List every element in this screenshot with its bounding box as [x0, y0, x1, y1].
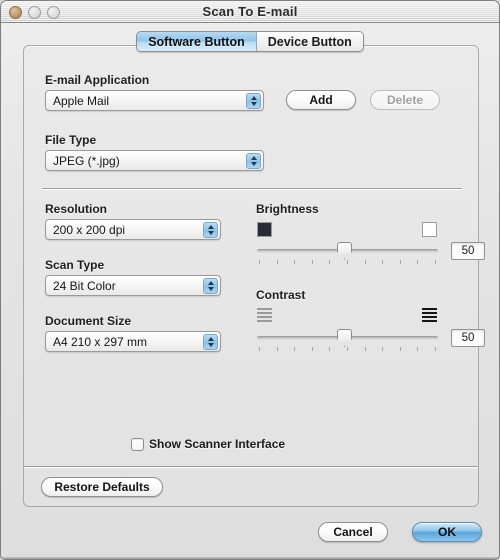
- resolution-label: Resolution: [45, 202, 107, 216]
- scan-type-value: 24 Bit Color: [53, 278, 116, 293]
- document-size-label: Document Size: [45, 314, 132, 328]
- brightness-value[interactable]: 50: [451, 242, 485, 260]
- chevron-updown-icon: [203, 222, 218, 238]
- brightness-slider-thumb[interactable]: [337, 242, 352, 260]
- chevron-updown-icon: [203, 278, 218, 294]
- show-scanner-interface-checkbox[interactable]: [131, 437, 144, 451]
- email-application-value: Apple Mail: [53, 93, 110, 108]
- light-square-icon: [422, 222, 437, 237]
- brightness-label: Brightness: [256, 202, 319, 216]
- window-bottom-edge: [1, 557, 499, 559]
- window-title: Scan To E-mail: [202, 4, 298, 19]
- file-type-label: File Type: [45, 133, 97, 147]
- footer-divider: [24, 466, 478, 467]
- chevron-updown-icon: [246, 153, 261, 169]
- delete-button: Delete: [370, 90, 440, 110]
- tab-panel: E-mail Application Apple Mail Add Delete…: [23, 45, 485, 507]
- scan-to-email-window: Scan To E-mail Software Button Device Bu…: [0, 0, 500, 560]
- high-contrast-stripes-icon: [422, 308, 437, 322]
- tab-bar: Software Button Device Button: [1, 31, 499, 53]
- contrast-value[interactable]: 50: [451, 329, 485, 347]
- ok-button[interactable]: OK: [412, 522, 482, 542]
- chevron-updown-icon: [246, 93, 261, 109]
- restore-defaults-button[interactable]: Restore Defaults: [41, 477, 163, 497]
- file-type-select[interactable]: JPEG (*.jpg): [45, 150, 264, 171]
- contrast-slider-ticks: [259, 347, 436, 351]
- title-bar: Scan To E-mail: [1, 1, 499, 23]
- tab-software-button[interactable]: Software Button: [137, 32, 257, 51]
- document-size-select[interactable]: A4 210 x 297 mm: [45, 331, 221, 352]
- resolution-value: 200 x 200 dpi: [53, 222, 126, 237]
- show-scanner-interface-row[interactable]: Show Scanner Interface: [131, 437, 285, 451]
- dark-square-icon: [257, 222, 272, 237]
- scan-type-select[interactable]: 24 Bit Color: [45, 275, 221, 296]
- show-scanner-interface-label: Show Scanner Interface: [149, 437, 286, 451]
- scan-type-label: Scan Type: [45, 258, 105, 272]
- email-application-select[interactable]: Apple Mail: [45, 90, 264, 111]
- tab-device-button[interactable]: Device Button: [256, 32, 363, 51]
- contrast-label: Contrast: [256, 288, 306, 302]
- cancel-button[interactable]: Cancel: [318, 522, 388, 542]
- chevron-updown-icon: [203, 334, 218, 350]
- brightness-slider-ticks: [259, 260, 436, 264]
- section-divider: [42, 188, 462, 189]
- email-application-label: E-mail Application: [45, 73, 150, 87]
- resolution-select[interactable]: 200 x 200 dpi: [45, 219, 221, 240]
- contrast-slider-thumb[interactable]: [337, 329, 352, 347]
- file-type-value: JPEG (*.jpg): [53, 153, 120, 168]
- add-button[interactable]: Add: [286, 90, 356, 110]
- document-size-value: A4 210 x 297 mm: [53, 334, 148, 349]
- low-contrast-stripes-icon: [257, 308, 272, 322]
